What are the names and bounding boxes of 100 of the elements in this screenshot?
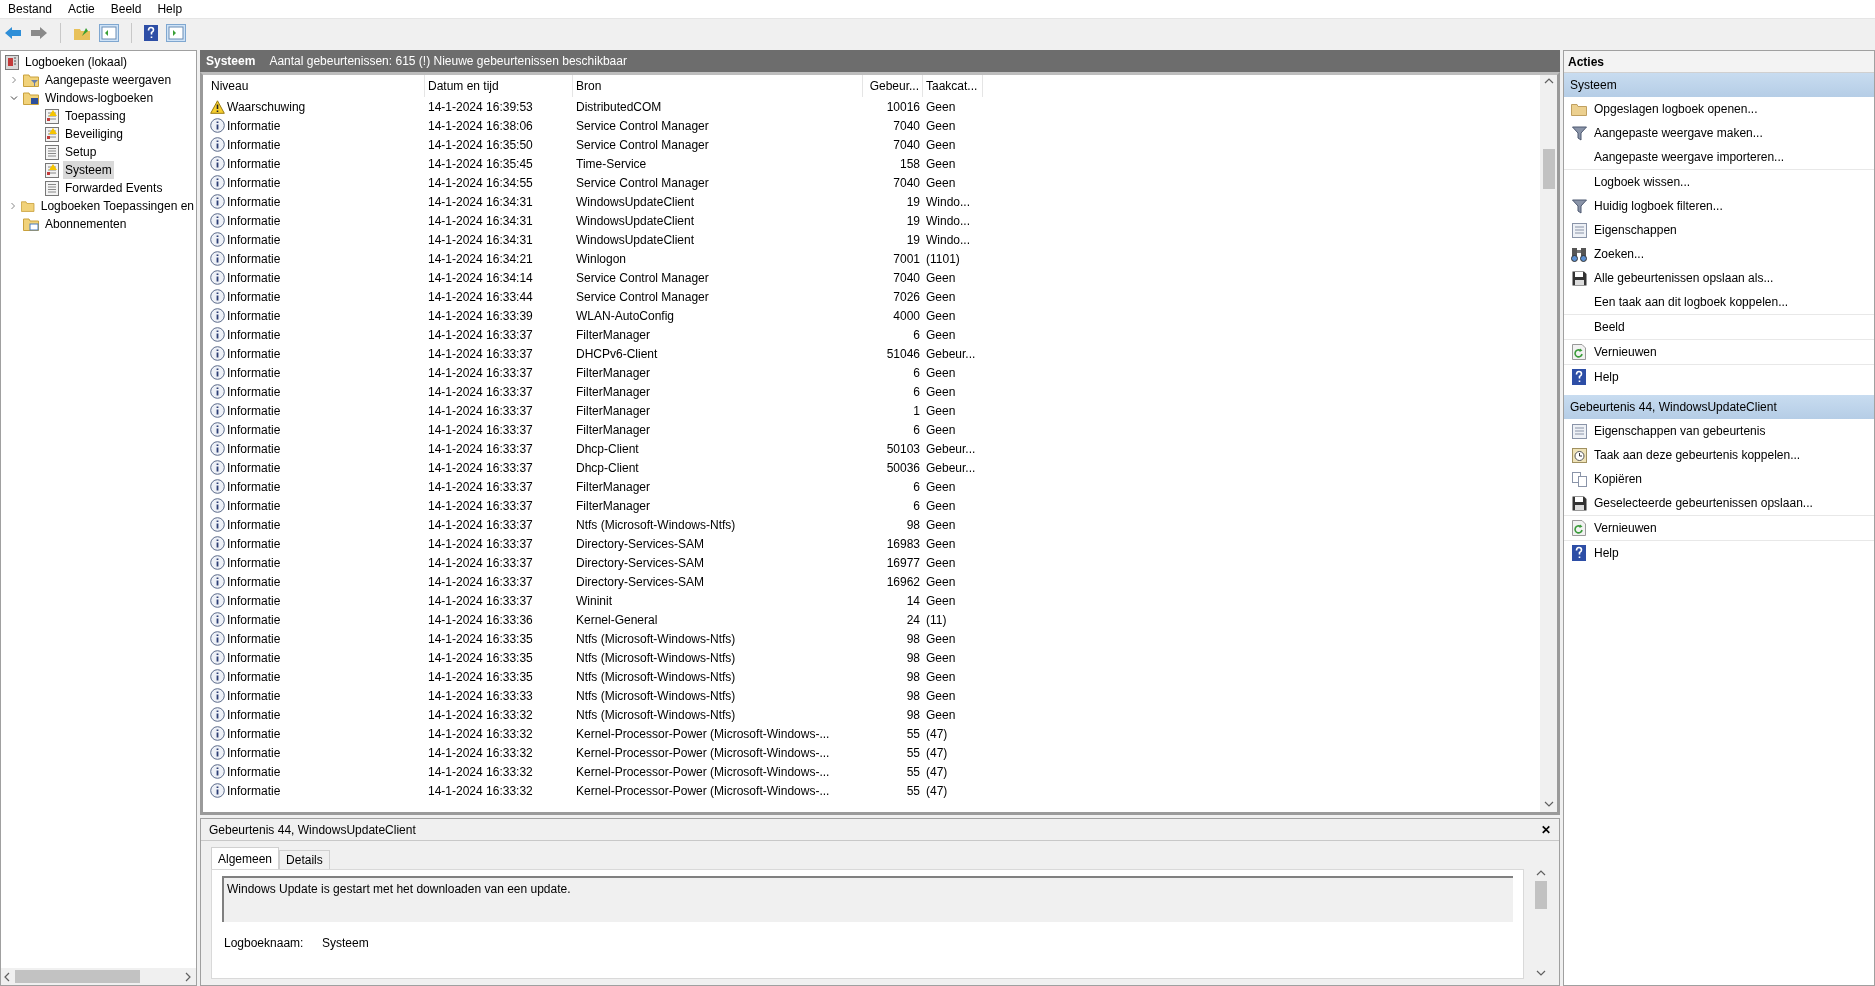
table-cell-text: WindowsUpdateClient (575, 193, 696, 211)
back-arrow-icon[interactable] (4, 25, 22, 40)
tab[interactable]: Algemeen (211, 847, 280, 869)
refresh-icon (1572, 344, 1586, 360)
action-link[interactable]: Zoeken... (1594, 245, 1645, 263)
table-cell-text: Informatie (227, 193, 281, 211)
table-cell-text: FilterManager (575, 402, 652, 420)
table-cell-text: Geen (925, 402, 957, 420)
info-icon (210, 365, 225, 380)
scrollbar-thumb[interactable] (1542, 149, 1555, 189)
action-link[interactable]: Alle gebeurtenissen opslaan als... (1594, 269, 1774, 287)
log-warning-icon (45, 108, 59, 124)
table-cell-text: Informatie (227, 630, 281, 648)
table-cell-text: Informatie (227, 345, 281, 363)
table-cell-text: Informatie (227, 573, 281, 591)
table-cell-text: Informatie (227, 782, 281, 800)
column-header[interactable]: Taakcat... (923, 75, 983, 97)
info-icon (210, 726, 225, 741)
action-link[interactable]: Help (1594, 368, 1619, 386)
action-link[interactable]: Vernieuwen (1594, 519, 1657, 537)
tree-item[interactable]: Logboeken Toepassingen en (38, 197, 196, 215)
horizontal-scrollbar[interactable] (1, 968, 196, 985)
table-cell-text: Service Control Manager (575, 269, 710, 287)
tree-item[interactable]: Logboeken (lokaal) (23, 53, 130, 71)
info-icon (210, 536, 225, 551)
action-link[interactable]: Een taak aan dit logboek koppelen... (1594, 293, 1789, 311)
column-header[interactable]: Datum en tijd (425, 75, 573, 97)
tree-item[interactable]: Abonnementen (43, 215, 129, 233)
scrollbar-thumb[interactable] (1534, 881, 1547, 909)
scrollbar-thumb[interactable] (15, 970, 140, 983)
action-link[interactable]: Eigenschappen van gebeurtenis (1594, 422, 1766, 440)
action-link[interactable]: Kopiëren (1594, 470, 1643, 488)
table-cell-text: 7040 (892, 269, 921, 287)
properties-icon (1571, 222, 1587, 238)
help-icon[interactable] (144, 24, 158, 41)
table-cell-text: 6 (912, 364, 921, 382)
forward-arrow-icon[interactable] (30, 25, 48, 40)
event-count-text: Aantal gebeurtenissen: 615 (!) Nieuwe gebeurtenissen beschikbaar (269, 53, 627, 70)
console-tree-icon[interactable] (99, 23, 119, 42)
vertical-scrollbar[interactable] (1540, 75, 1557, 812)
tree-item[interactable]: Windows-logboeken (43, 89, 156, 107)
column-header[interactable]: Bron (573, 75, 863, 97)
table-cell-text: 14-1-2024 16:33:37 (427, 364, 534, 382)
table-cell-text: Informatie (227, 459, 281, 477)
collapse-chevron-icon[interactable] (10, 94, 18, 102)
table-cell-text: Geen (925, 554, 957, 572)
action-link[interactable]: Taak aan deze gebeurtenis koppelen... (1594, 446, 1801, 464)
table-cell-text: (47) (925, 725, 949, 743)
info-icon (210, 764, 225, 779)
tab[interactable]: Details (279, 850, 330, 869)
table-cell-text: WindowsUpdateClient (575, 231, 696, 249)
action-link[interactable]: Aangepaste weergave importeren... (1594, 148, 1785, 166)
tree-item[interactable]: Setup (63, 143, 99, 161)
tree-item[interactable]: Beveiliging (63, 125, 126, 143)
table-cell-text: Service Control Manager (575, 288, 710, 306)
help-icon (1572, 369, 1586, 385)
menu-item[interactable]: Help (149, 0, 191, 18)
expand-chevron-icon[interactable] (9, 202, 18, 210)
expand-chevron-icon[interactable] (10, 76, 18, 84)
table-cell-text: Geen (925, 288, 957, 306)
table-cell-text: 7040 (892, 136, 921, 154)
tree-item[interactable]: Systeem (63, 161, 114, 179)
column-header[interactable]: Niveau (208, 75, 425, 97)
table-cell-text: 14-1-2024 16:33:37 (427, 440, 534, 458)
table-cell-text: 14-1-2024 16:33:37 (427, 535, 534, 553)
action-link[interactable]: Aangepaste weergave maken... (1594, 124, 1763, 142)
table-cell-text: Geen (925, 478, 957, 496)
tree-item[interactable]: Forwarded Events (63, 179, 165, 197)
warning-icon (210, 99, 225, 114)
action-link[interactable]: Eigenschappen (1594, 221, 1677, 239)
table-cell-text: Kernel-Processor-Power (Microsoft-Windows-... (575, 725, 831, 743)
menu-item[interactable]: Bestand (0, 0, 61, 18)
action-link[interactable]: Geselecteerde gebeurtenissen opslaan... (1594, 494, 1813, 512)
table-cell-text: 14-1-2024 16:33:37 (427, 421, 534, 439)
menu-item[interactable]: Actie (60, 0, 103, 18)
action-pane-icon[interactable] (166, 23, 186, 42)
close-button[interactable]: ✕ (1541, 820, 1551, 839)
table-cell-text: 14-1-2024 16:33:37 (427, 326, 534, 344)
table-cell-text: 14-1-2024 16:33:44 (427, 288, 534, 306)
tree-item[interactable]: Aangepaste weergaven (43, 71, 174, 89)
table-cell-text: 14-1-2024 16:33:35 (427, 649, 534, 667)
table-cell-text: FilterManager (575, 383, 652, 401)
action-link[interactable]: Opgeslagen logboek openen... (1594, 100, 1758, 118)
action-link[interactable]: Help (1594, 544, 1619, 562)
table-cell-text: Geen (925, 117, 957, 135)
info-icon (210, 403, 225, 418)
column-header[interactable]: Gebeur... (863, 75, 923, 97)
tree-item[interactable]: Toepassing (63, 107, 128, 125)
table-cell-text: Informatie (227, 155, 281, 173)
table-cell-text: 14-1-2024 16:33:36 (427, 611, 534, 629)
action-link[interactable]: Beeld (1594, 318, 1625, 336)
table-cell-text: DistributedCOM (575, 98, 663, 116)
table-cell-text: 4000 (892, 307, 921, 325)
action-link[interactable]: Logboek wissen... (1594, 173, 1691, 191)
action-link[interactable]: Huidig logboek filteren... (1594, 197, 1723, 215)
menu-item[interactable]: Beeld (102, 0, 150, 18)
action-link[interactable]: Vernieuwen (1594, 343, 1657, 361)
section-header[interactable]: Gebeurtenis 44, WindowsUpdateClient (1564, 395, 1874, 419)
info-icon (210, 213, 225, 228)
section-header[interactable]: Systeem (1564, 73, 1874, 97)
